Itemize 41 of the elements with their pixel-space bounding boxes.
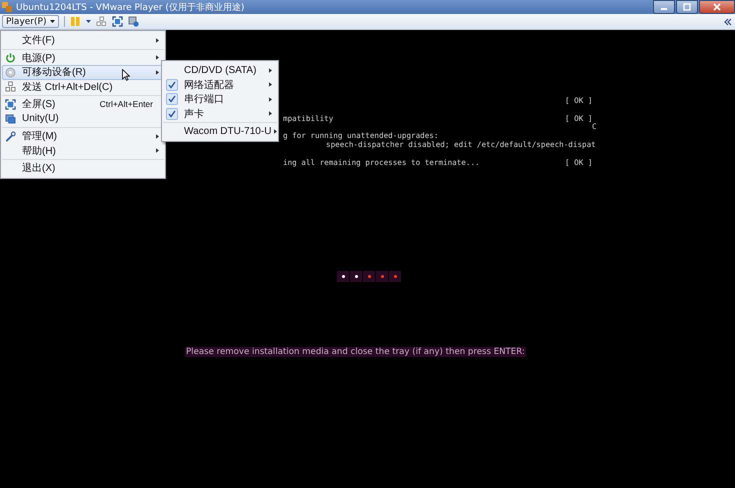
caret-icon bbox=[50, 20, 56, 23]
prompt-message: Please remove installation media and close the tray (if any) then press ENTER: bbox=[185, 347, 526, 357]
menu-item[interactable]: 网络适配器 bbox=[163, 78, 277, 92]
keyboard-icon[interactable] bbox=[96, 16, 108, 27]
menu-item[interactable]: 文件(F) bbox=[2, 33, 164, 48]
wrench-icon bbox=[5, 130, 16, 142]
fullscreen-icon[interactable] bbox=[112, 16, 124, 27]
dropdown-arrow-icon[interactable] bbox=[86, 20, 92, 23]
disc-icon bbox=[5, 66, 16, 78]
menu-item[interactable]: 可移动设备(R) bbox=[2, 65, 164, 80]
menu-item[interactable]: Unity(U) bbox=[2, 112, 164, 126]
windows-icon bbox=[5, 113, 16, 124]
close-button[interactable] bbox=[699, 0, 735, 14]
submenu-arrow-icon bbox=[269, 111, 272, 116]
submenu-arrow-icon bbox=[269, 68, 272, 73]
menu-item[interactable]: 电源(P) bbox=[2, 50, 164, 65]
menu-item[interactable]: Wacom DTU-710-U bbox=[163, 124, 277, 138]
fullscreen-icon bbox=[5, 98, 16, 110]
mouse-cursor-icon bbox=[122, 69, 130, 81]
minimize-button[interactable] bbox=[653, 0, 675, 14]
menu-item[interactable]: 串行端口 bbox=[163, 92, 277, 106]
menu-item[interactable]: 全屏(S) Ctrl+Alt+Enter bbox=[2, 97, 164, 112]
submenu-arrow-icon bbox=[269, 96, 272, 102]
power-icon bbox=[5, 52, 16, 64]
menu-item[interactable]: 声卡 bbox=[163, 106, 277, 121]
submenu-arrow-icon bbox=[274, 128, 278, 134]
menu-item[interactable]: 帮助(H) bbox=[2, 144, 164, 158]
app-icon bbox=[2, 2, 12, 12]
window-title: Ubuntu1204LTS - VMware Player (仅用于非商业用途) bbox=[16, 2, 246, 14]
windows-icon[interactable] bbox=[128, 16, 140, 27]
player-menu-button[interactable]: Player(P) bbox=[2, 15, 60, 28]
menu-item[interactable]: 管理(M) bbox=[2, 129, 164, 144]
collapse-icon[interactable] bbox=[724, 18, 732, 26]
menu-item[interactable]: CD/DVD (SATA) bbox=[163, 63, 277, 78]
submenu-arrow-icon bbox=[269, 82, 272, 88]
menu-item[interactable]: 退出(X) bbox=[2, 161, 164, 176]
maximize-button[interactable] bbox=[676, 0, 698, 14]
maximize-icon bbox=[683, 3, 691, 11]
close-icon bbox=[713, 3, 721, 11]
keyboard-icon bbox=[5, 81, 16, 92]
menu-item[interactable]: 发送 Ctrl+Alt+Del(C) bbox=[2, 80, 164, 94]
